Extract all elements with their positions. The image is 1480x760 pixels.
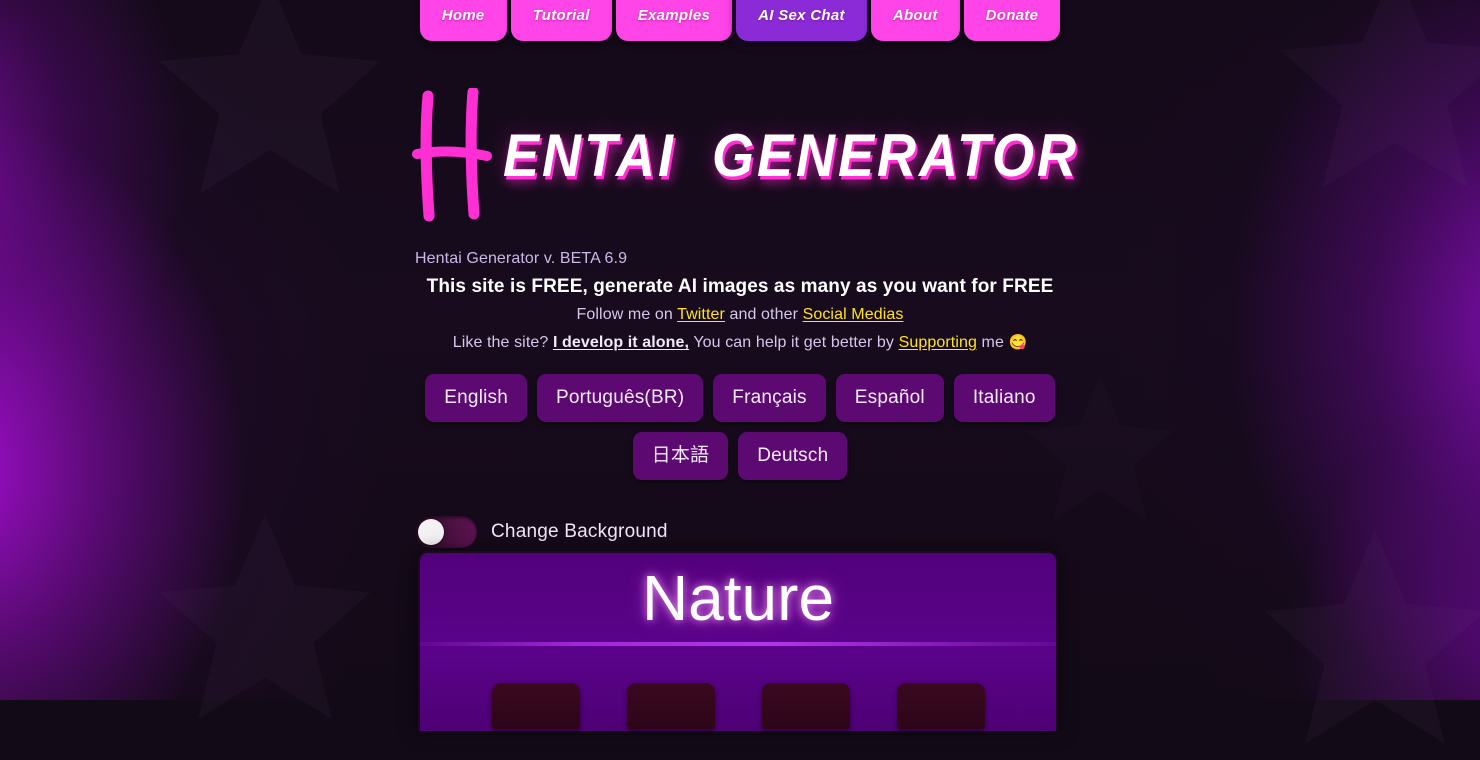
nature-card-option-1[interactable]	[492, 683, 580, 729]
language-button-italiano[interactable]: Italiano	[954, 374, 1055, 422]
support-suffix-text: me	[977, 334, 1009, 351]
language-button-francais[interactable]: Français	[713, 374, 825, 422]
free-headline: This site is FREE, generate AI images as…	[0, 276, 1480, 298]
nav-item-about[interactable]: About	[871, 0, 960, 41]
support-line: Like the site? I develop it alone, You c…	[0, 333, 1480, 352]
nav-item-home[interactable]: Home	[420, 0, 507, 41]
language-button-portugues-br[interactable]: Português(BR)	[537, 374, 703, 422]
change-background-row: Change Background	[415, 516, 668, 548]
language-selector: English Português(BR) Français Español I…	[420, 374, 1060, 480]
develop-alone-link[interactable]: I develop it alone,	[553, 334, 689, 351]
version-label: Hentai Generator v. BETA 6.9	[0, 250, 1480, 268]
follow-line: Follow me on Twitter and other Social Me…	[0, 306, 1480, 324]
support-prefix-text: Like the site?	[453, 334, 553, 351]
support-middle-text: You can help it get better by	[689, 334, 898, 351]
nature-card-title: Nature	[420, 553, 1056, 638]
main-navigation: Home Tutorial Examples AI Sex Chat About…	[0, 0, 1480, 41]
change-background-toggle[interactable]	[415, 516, 477, 548]
nav-item-tutorial[interactable]: Tutorial	[511, 0, 612, 41]
change-background-label: Change Background	[491, 521, 668, 543]
nav-item-ai-sex-chat[interactable]: AI Sex Chat	[736, 0, 867, 41]
card-divider	[420, 642, 1056, 646]
twitter-link[interactable]: Twitter	[677, 306, 725, 323]
nature-card-option-2[interactable]	[627, 683, 715, 729]
nav-item-donate[interactable]: Donate	[964, 0, 1061, 41]
language-button-english[interactable]: English	[425, 374, 527, 422]
logo-text: ENTAI GENERATOR	[503, 121, 1079, 190]
follow-prefix-text: Follow me on	[577, 306, 678, 323]
nav-item-examples[interactable]: Examples	[616, 0, 732, 41]
language-button-japanese[interactable]: 日本語	[633, 432, 729, 480]
follow-middle-text: and other	[725, 306, 803, 323]
info-block: Hentai Generator v. BETA 6.9 This site i…	[0, 250, 1480, 361]
supporting-link[interactable]: Supporting	[899, 334, 977, 351]
language-button-espanol[interactable]: Español	[836, 374, 944, 422]
toggle-knob[interactable]	[418, 519, 444, 545]
nature-card-button-row	[420, 683, 1056, 729]
site-logo: ENTAI GENERATOR	[0, 88, 1480, 223]
savoring-face-emoji-icon: 😋	[1009, 334, 1028, 351]
social-medias-link[interactable]: Social Medias	[803, 306, 904, 323]
nature-card-option-3[interactable]	[762, 683, 850, 729]
nature-card-panel: Nature	[418, 551, 1058, 731]
nature-card-option-4[interactable]	[897, 683, 985, 729]
logo-h-letter-icon	[401, 88, 497, 223]
language-button-deutsch[interactable]: Deutsch	[738, 432, 847, 480]
